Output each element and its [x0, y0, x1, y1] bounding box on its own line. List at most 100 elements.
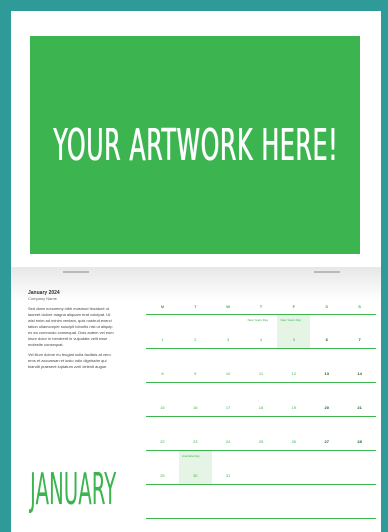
- day-number: 28: [357, 439, 362, 444]
- weekday-label: T: [194, 303, 197, 309]
- day-number: 22: [160, 439, 165, 444]
- info-subtitle: Company Name: [28, 296, 57, 301]
- info-paragraph-2: Vel illum dolore eu feugiat nulla facili…: [28, 352, 111, 369]
- day-number: 19: [291, 405, 297, 410]
- day-cell: 2: [179, 315, 212, 348]
- day-number: 17: [225, 405, 231, 410]
- day-number: 31: [225, 473, 231, 478]
- day-number: 9: [194, 371, 197, 376]
- weekday-label: M: [160, 303, 165, 309]
- day-cell: 1: [146, 315, 179, 348]
- calendar-grid: MTWTFSS 1 2 3 New Years Day 4 New Years Day 5 6…: [146, 298, 376, 519]
- day-number: 4: [259, 337, 263, 342]
- day-cell: [245, 451, 278, 484]
- calendar-week-row: [146, 485, 376, 519]
- day-cell: 31: [212, 451, 245, 484]
- day-number: 24: [225, 439, 231, 444]
- day-number: 6: [325, 337, 328, 342]
- day-number: 29: [160, 473, 165, 478]
- day-cell: 25: [245, 417, 278, 450]
- day-number: 26: [291, 439, 297, 444]
- weekday-label: S: [358, 303, 361, 309]
- day-number: 10: [225, 371, 231, 376]
- day-cell: 10: [212, 349, 245, 382]
- month-title: JANUARY: [30, 464, 117, 515]
- day-number: 8: [161, 371, 164, 376]
- calendar-weeks: 1 2 3 New Years Day 4 New Years Day 5 6 7 8 9 10 11 1…: [146, 315, 376, 519]
- day-cell: 13: [310, 349, 343, 382]
- day-cell: 28: [343, 417, 376, 450]
- day-cell: 16: [179, 383, 212, 416]
- day-number: 12: [291, 371, 297, 376]
- day-event: New Years Day: [280, 318, 301, 322]
- day-cell: 19: [277, 383, 310, 416]
- day-number: 23: [193, 439, 198, 444]
- day-cell: [343, 485, 376, 518]
- day-event: New Years Day: [247, 318, 269, 322]
- day-cell: [343, 451, 376, 484]
- day-number: 3: [227, 337, 230, 342]
- calendar-week-row: 15 16 17 18 19 20 21: [146, 383, 376, 417]
- day-cell: 29: [146, 451, 179, 484]
- crop-mark-right: [314, 271, 340, 273]
- day-number: 5: [292, 337, 295, 342]
- calendar-week-row: 29 Australia Day 30 31: [146, 451, 376, 485]
- day-cell: 11: [245, 349, 278, 382]
- day-number: 21: [357, 405, 362, 410]
- day-number: 13: [324, 371, 329, 376]
- day-cell: 6: [310, 315, 343, 348]
- day-cell: 27: [310, 417, 343, 450]
- day-cell: 20: [310, 383, 343, 416]
- day-number: 15: [160, 405, 165, 410]
- calendar-week-row: 1 2 3 New Years Day 4 New Years Day 5 6 7: [146, 315, 376, 349]
- day-cell: [277, 485, 310, 518]
- day-cell: [245, 485, 278, 518]
- day-cell: 3: [212, 315, 245, 348]
- day-number: 16: [193, 405, 198, 410]
- day-cell: 14: [343, 349, 376, 382]
- day-event: Australia Day: [181, 454, 200, 458]
- day-cell: 21: [343, 383, 376, 416]
- day-cell: 8: [146, 349, 179, 382]
- artwork-text: YOUR ARTWORK HERE!: [52, 119, 338, 171]
- weekday-label: S: [325, 303, 329, 309]
- day-cell: [146, 485, 179, 518]
- weekday-label: T: [259, 303, 263, 309]
- day-cell: 17: [212, 383, 245, 416]
- weekday-label: F: [292, 303, 296, 309]
- artwork-placeholder: YOUR ARTWORK HERE!: [30, 36, 360, 254]
- weekday-header: MTWTFSS: [146, 298, 376, 315]
- day-cell: 12: [277, 349, 310, 382]
- day-number: 27: [324, 439, 329, 444]
- day-number: 25: [258, 439, 264, 444]
- day-cell: 9: [179, 349, 212, 382]
- info-paragraph-1: Sed diam nonummy nibh euismod tincidunt …: [28, 306, 114, 347]
- day-number: 2: [194, 337, 197, 342]
- crop-mark-left: [63, 271, 89, 273]
- info-block: January 2024 Company Name Sed diam nonum…: [28, 290, 116, 374]
- day-cell: [179, 485, 212, 518]
- day-cell: 7: [343, 315, 376, 348]
- day-cell: 26: [277, 417, 310, 450]
- day-number: 18: [258, 405, 264, 410]
- calendar-page: YOUR ARTWORK HERE! January 2024 Company …: [11, 11, 381, 532]
- day-cell: 22: [146, 417, 179, 450]
- day-number: 11: [258, 371, 264, 376]
- day-cell: 18: [245, 383, 278, 416]
- day-cell: New Years Day 4: [245, 315, 278, 348]
- day-cell: 15: [146, 383, 179, 416]
- day-cell: Australia Day 30: [178, 451, 212, 484]
- day-cell: New Years Day 5: [277, 315, 311, 348]
- calendar-week-row: 22 23 24 25 26 27 28: [146, 417, 376, 451]
- day-cell: [310, 451, 343, 484]
- day-number: 1: [161, 337, 164, 342]
- day-cell: 23: [179, 417, 212, 450]
- day-number: 14: [357, 371, 362, 376]
- weekday-label: W: [226, 303, 231, 309]
- day-cell: [310, 485, 343, 518]
- day-cell: [277, 451, 310, 484]
- day-number: 20: [324, 405, 329, 410]
- day-cell: [212, 485, 245, 518]
- day-number: 7: [358, 337, 361, 342]
- day-cell: 24: [212, 417, 245, 450]
